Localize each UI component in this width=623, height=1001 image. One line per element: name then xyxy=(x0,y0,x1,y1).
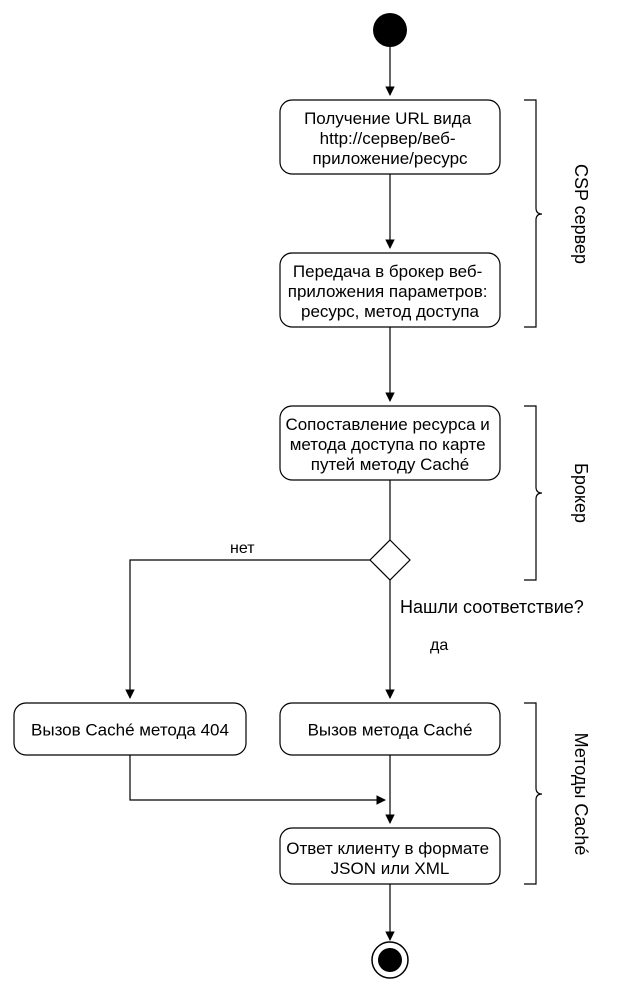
start-node xyxy=(373,13,407,47)
activity-n3-text: Сопоставление ресурса и метода доступа п… xyxy=(285,415,494,474)
bracket-broker xyxy=(524,406,542,580)
activity-n4-text: Вызов Caché метода 404 xyxy=(31,720,229,739)
decision-d1 xyxy=(370,540,410,580)
activity-n2-text: Передача в брокер веб- приложения параме… xyxy=(288,262,493,321)
activity-n5-text: Вызов метода Caché xyxy=(308,720,473,739)
activity-n1-text: Получение URL вида http://сервер/веб- пр… xyxy=(304,109,476,168)
edge-n4-merge xyxy=(130,755,385,800)
bracket-csp xyxy=(524,100,542,327)
group-label-methods: Методы Caché xyxy=(571,733,591,856)
group-label-csp: CSP сервер xyxy=(571,164,591,264)
group-label-broker: Брокер xyxy=(571,463,591,523)
end-node xyxy=(372,942,408,978)
edge-d1-n4 xyxy=(130,560,370,698)
edge-no-label: нет xyxy=(230,540,255,557)
bracket-methods xyxy=(524,703,542,884)
edge-yes-label: да xyxy=(430,637,448,654)
decision-question: Нашли соответствие? xyxy=(400,597,584,617)
flowchart: Получение URL вида http://сервер/веб- пр… xyxy=(0,0,623,1001)
